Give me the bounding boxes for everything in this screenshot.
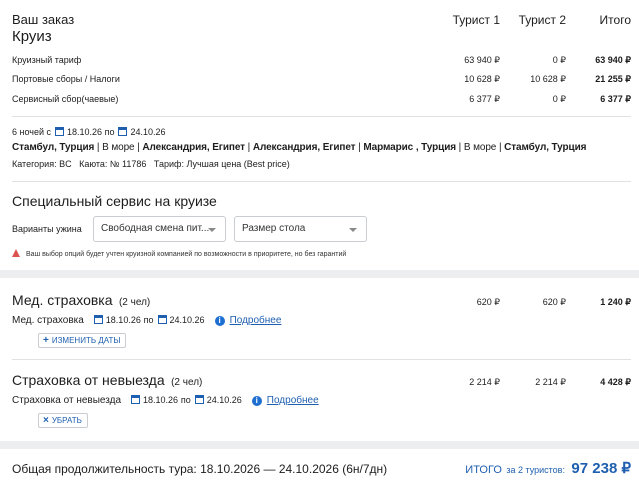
row-tourist-2: 0 ₽ bbox=[552, 55, 566, 65]
route: Стамбул, Турция | В море | Александрия, … bbox=[12, 142, 586, 153]
med-details: Мед. страховка 18.10.26 по 24.10.26 i Подроб… bbox=[12, 315, 281, 326]
total-label: ИТОГО bbox=[465, 464, 502, 476]
med-count: (2 чел) bbox=[118, 297, 151, 308]
row-tourist-1: 6 377 ₽ bbox=[469, 94, 500, 104]
calendar-icon bbox=[118, 127, 128, 136]
row-label: Круизный тариф bbox=[12, 55, 82, 65]
med-from-date: 18.10.26 bbox=[105, 315, 141, 325]
nonexit-count: (2 чел) bbox=[171, 377, 203, 388]
from-date: 18.10.26 bbox=[67, 127, 103, 137]
route-stop: В море bbox=[102, 142, 135, 153]
grand-total: ИТОГО за 2 туристов: 97 238 ₽ bbox=[465, 459, 631, 478]
table-size-value: Размер стола bbox=[242, 223, 306, 234]
nonexit-tourist-2: 2 214 ₽ bbox=[535, 377, 566, 387]
route-stop: Мармарис , Турция bbox=[363, 142, 456, 153]
column-tourist-1: Турист 1 bbox=[452, 13, 500, 27]
special-title: Специальный сервис на круизе bbox=[12, 193, 217, 209]
route-sep: | bbox=[496, 142, 505, 153]
row-label: Портовые сборы / Налоги bbox=[12, 74, 120, 84]
row-tourist-1: 10 628 ₽ bbox=[464, 74, 500, 84]
change-dates-label: ИЗМЕНИТЬ ДАТЫ bbox=[51, 336, 121, 345]
med-title: Мед. страховка bbox=[12, 292, 113, 308]
warning-icon bbox=[12, 249, 20, 257]
dinner-label: Варианты ужина bbox=[12, 224, 82, 234]
divider bbox=[12, 181, 631, 182]
order-title: Ваш заказ bbox=[12, 12, 75, 27]
remove-button[interactable]: × УБРАТЬ bbox=[38, 413, 88, 428]
nonexit-title: Страховка от невыезда bbox=[12, 372, 165, 388]
nonexit-sub-label: Страховка от невыезда bbox=[12, 395, 122, 406]
route-sep: | bbox=[94, 142, 103, 153]
total-for: за 2 туристов: bbox=[506, 465, 565, 475]
med-tourist-2: 620 ₽ bbox=[542, 297, 566, 307]
route-stop: Стамбул, Турция bbox=[504, 142, 587, 153]
itinerary-dates: 6 ночей с 18.10.26 по 24.10.26 bbox=[12, 127, 166, 137]
med-to-date: 24.10.26 bbox=[169, 315, 205, 325]
nonexit-details: Страховка от невыезда 18.10.26 по 24.10.26… bbox=[12, 395, 319, 406]
total-value: 97 238 ₽ bbox=[571, 460, 631, 477]
med-total: 1 240 ₽ bbox=[600, 297, 631, 307]
row-label: Сервисный сбор(чаевые) bbox=[12, 94, 119, 104]
order-subtitle: Круиз bbox=[12, 28, 52, 45]
to-word: по bbox=[104, 127, 115, 137]
med-more-link[interactable]: Подробнее bbox=[230, 315, 282, 326]
chevron-down-icon bbox=[208, 228, 216, 232]
route-sep: | bbox=[455, 142, 464, 153]
row-total: 6 377 ₽ bbox=[600, 94, 631, 104]
route-stop: Стамбул, Турция bbox=[12, 142, 95, 153]
warning-note: Ваш выбор опций будет учтен круизной ком… bbox=[12, 249, 346, 258]
calendar-icon bbox=[93, 315, 103, 324]
plus-icon: + bbox=[43, 335, 49, 346]
row-total: 63 940 ₽ bbox=[595, 55, 631, 65]
column-tourist-2: Турист 2 bbox=[518, 13, 566, 27]
warning-text: Ваш выбор опций будет учтен круизной ком… bbox=[26, 251, 347, 258]
nonexit-to-date: 24.10.26 bbox=[206, 395, 242, 405]
row-tourist-1: 63 940 ₽ bbox=[464, 55, 500, 65]
close-icon: × bbox=[43, 415, 49, 426]
row-total: 21 255 ₽ bbox=[595, 74, 631, 84]
med-to-word: по bbox=[143, 315, 154, 325]
order-card: Ваш заказ Круиз Турист 1 Турист 2 Итого … bbox=[0, 0, 639, 270]
tour-duration: Общая продолжительность тура: 18.10.2026… bbox=[12, 462, 388, 476]
nonexit-from-date: 18.10.26 bbox=[143, 395, 179, 405]
dinner-select-value: Свободная смена пит... bbox=[101, 223, 210, 234]
med-sub-label: Мед. страховка bbox=[12, 315, 84, 326]
row-tourist-2: 0 ₽ bbox=[552, 94, 566, 104]
route-stop: Александрия, Египет bbox=[142, 142, 245, 153]
nonexit-tourist-1: 2 214 ₽ bbox=[469, 377, 500, 387]
nonexit-to-word: по bbox=[180, 395, 191, 405]
calendar-icon bbox=[194, 395, 204, 404]
med-insurance-title: Мед. страховка (2 чел) bbox=[12, 292, 150, 310]
nonexit-insurance-title: Страховка от невыезда (2 чел) bbox=[12, 372, 202, 390]
remove-label: УБРАТЬ bbox=[51, 416, 82, 425]
divider bbox=[12, 359, 631, 360]
calendar-icon bbox=[157, 315, 167, 324]
footer-bar: Общая продолжительность тура: 18.10.2026… bbox=[0, 449, 639, 481]
table-size-select[interactable]: Размер стола bbox=[234, 216, 367, 242]
column-total: Итого bbox=[599, 13, 631, 27]
info-icon: i bbox=[251, 396, 262, 406]
row-tourist-2: 10 628 ₽ bbox=[530, 74, 566, 84]
nights-label: 6 ночей с bbox=[12, 127, 52, 137]
info-icon: i bbox=[214, 316, 225, 326]
cabin-info: Категория: BC Каюта: № 11786 Тариф: Лучш… bbox=[12, 159, 290, 169]
calendar-icon bbox=[55, 127, 65, 136]
med-tourist-1: 620 ₽ bbox=[476, 297, 500, 307]
insurance-card: Мед. страховка (2 чел) 620 ₽ 620 ₽ 1 240… bbox=[0, 278, 639, 441]
nonexit-more-link[interactable]: Подробнее bbox=[267, 395, 319, 406]
dinner-select[interactable]: Свободная смена пит... bbox=[93, 216, 226, 242]
change-dates-button[interactable]: + ИЗМЕНИТЬ ДАТЫ bbox=[38, 333, 127, 348]
route-sep: | bbox=[244, 142, 253, 153]
route-stop: Александрия, Египет bbox=[252, 142, 356, 153]
route-stop: В море bbox=[463, 142, 497, 153]
to-date: 24.10.26 bbox=[130, 127, 166, 137]
calendar-icon bbox=[131, 395, 141, 404]
divider bbox=[12, 116, 631, 117]
chevron-down-icon bbox=[349, 228, 357, 232]
nonexit-total: 4 428 ₽ bbox=[600, 377, 631, 387]
